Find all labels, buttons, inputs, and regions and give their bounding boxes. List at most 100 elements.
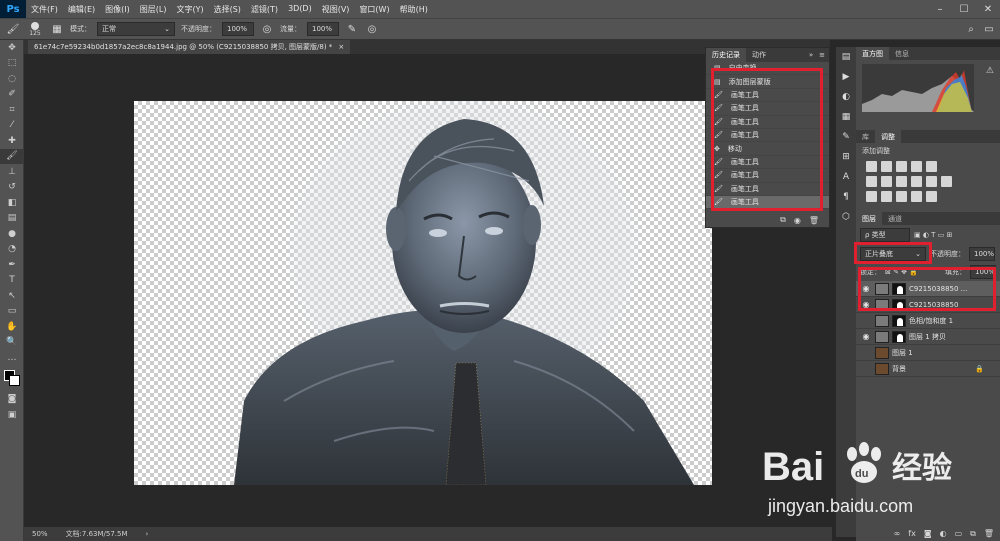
layer-mask-thumbnail[interactable] bbox=[892, 330, 906, 343]
curves-icon[interactable] bbox=[896, 161, 907, 172]
actions-panel-icon[interactable]: ▶ bbox=[836, 67, 856, 87]
path-select-tool-icon[interactable]: ↖ bbox=[0, 288, 24, 304]
menu-item-8[interactable]: 视图(V) bbox=[317, 4, 355, 15]
character-panel-icon[interactable]: A bbox=[836, 167, 856, 187]
warning-icon[interactable]: ⚠ bbox=[986, 66, 994, 76]
screen-mode-icon[interactable]: ▣ bbox=[0, 407, 24, 423]
workspace-icon[interactable]: ▭ bbox=[982, 22, 996, 36]
pressure-opacity-icon[interactable]: ◎ bbox=[260, 22, 274, 36]
new-layer-icon[interactable]: ⧉ bbox=[970, 529, 976, 539]
layer-row[interactable]: 背景 🔒 bbox=[856, 361, 1000, 377]
new-document-from-state-icon[interactable]: ⧉ bbox=[780, 215, 786, 225]
menu-item-2[interactable]: 图像(I) bbox=[100, 4, 135, 15]
menu-item-9[interactable]: 窗口(W) bbox=[354, 4, 394, 15]
color-balance-icon[interactable] bbox=[881, 176, 892, 187]
menu-item-10[interactable]: 帮助(H) bbox=[395, 4, 433, 15]
document-canvas[interactable] bbox=[134, 101, 712, 485]
layer-mask-thumbnail[interactable] bbox=[892, 314, 906, 327]
color-swatches[interactable] bbox=[0, 366, 23, 392]
exposure-icon[interactable] bbox=[911, 161, 922, 172]
crop-tool-icon[interactable]: ⌗ bbox=[0, 102, 24, 118]
menu-item-5[interactable]: 选择(S) bbox=[209, 4, 246, 15]
hand-tool-icon[interactable]: ✋ bbox=[0, 319, 24, 335]
3d-panel-icon[interactable]: ⬡ bbox=[836, 207, 856, 227]
flow-field[interactable]: 100% bbox=[307, 22, 339, 36]
channel-mixer-icon[interactable] bbox=[926, 176, 937, 187]
brush-size-picker[interactable]: 125 bbox=[26, 21, 44, 37]
opacity-field[interactable]: 100% bbox=[222, 22, 254, 36]
quick-mask-icon[interactable]: ◙ bbox=[0, 392, 24, 408]
threshold-icon[interactable] bbox=[896, 191, 907, 202]
new-adjustment-icon[interactable]: ◐ bbox=[940, 529, 947, 539]
new-snapshot-icon[interactable]: ◉ bbox=[794, 216, 801, 225]
trash-icon[interactable]: 🗑 bbox=[809, 216, 819, 225]
black-white-icon[interactable] bbox=[896, 176, 907, 187]
gradient-map-icon[interactable] bbox=[926, 191, 937, 202]
quick-select-tool-icon[interactable]: ✐ bbox=[0, 87, 24, 103]
vibrance-icon[interactable] bbox=[926, 161, 937, 172]
tab-info[interactable]: 信息 bbox=[889, 47, 915, 60]
hue-saturation-icon[interactable] bbox=[866, 176, 877, 187]
visibility-eye-icon[interactable]: ◉ bbox=[860, 332, 872, 341]
eraser-tool-icon[interactable]: ◧ bbox=[0, 195, 24, 211]
menu-item-7[interactable]: 3D(D) bbox=[283, 4, 317, 15]
background-color-swatch[interactable] bbox=[9, 374, 20, 386]
layer-opacity-field[interactable]: 100% bbox=[969, 247, 995, 261]
tab-histogram[interactable]: 直方图 bbox=[856, 47, 889, 60]
airbrush-icon[interactable]: ✎ bbox=[345, 22, 359, 36]
maximize-icon[interactable]: ☐ bbox=[952, 0, 976, 18]
delete-layer-icon[interactable]: 🗑 bbox=[984, 529, 994, 539]
status-arrow-icon[interactable]: › bbox=[146, 530, 149, 538]
more-tools-icon[interactable]: … bbox=[0, 350, 24, 366]
levels-icon[interactable] bbox=[881, 161, 892, 172]
selective-color-icon[interactable] bbox=[911, 191, 922, 202]
photo-filter-icon[interactable] bbox=[911, 176, 922, 187]
menu-item-1[interactable]: 编辑(E) bbox=[63, 4, 100, 15]
filter-icons[interactable]: ▣ ◐ T ▭ ⊞ bbox=[914, 231, 952, 239]
gradient-tool-icon[interactable]: ▤ bbox=[0, 211, 24, 227]
pressure-size-icon[interactable]: ◎ bbox=[365, 22, 379, 36]
color-panel-icon[interactable]: ◐ bbox=[836, 87, 856, 107]
tab-actions[interactable]: 动作 bbox=[746, 48, 772, 62]
stamp-tool-icon[interactable]: ⊥ bbox=[0, 164, 24, 180]
close-tab-icon[interactable]: × bbox=[338, 43, 344, 51]
marquee-tool-icon[interactable]: ⬚ bbox=[0, 56, 24, 72]
layer-style-icon[interactable]: fx bbox=[908, 529, 916, 539]
type-tool-icon[interactable]: T bbox=[0, 273, 24, 289]
clone-source-icon[interactable]: ⊞ bbox=[836, 147, 856, 167]
layer-row[interactable]: ◉ 图层 1 拷贝 bbox=[856, 329, 1000, 345]
brush-tool-icon[interactable]: 🖌 bbox=[0, 148, 24, 164]
lasso-tool-icon[interactable]: ◌ bbox=[0, 71, 24, 87]
link-layers-icon[interactable]: ∞ bbox=[894, 529, 901, 539]
brush-presets-icon[interactable]: ✎ bbox=[836, 127, 856, 147]
menu-item-4[interactable]: 文字(Y) bbox=[171, 4, 208, 15]
tab-channels[interactable]: 通道 bbox=[882, 212, 908, 225]
close-window-icon[interactable]: ✕ bbox=[976, 0, 1000, 18]
history-brush-tool-icon[interactable]: ↺ bbox=[0, 180, 24, 196]
zoom-level[interactable]: 50% bbox=[32, 530, 48, 538]
healing-tool-icon[interactable]: ✚ bbox=[0, 133, 24, 149]
collapse-panel-icon[interactable]: » bbox=[809, 51, 813, 59]
dodge-tool-icon[interactable]: ◔ bbox=[0, 242, 24, 258]
add-mask-icon[interactable]: ◙ bbox=[924, 529, 932, 539]
mode-dropdown[interactable]: 正常 ⌄ bbox=[97, 22, 175, 36]
tab-layers[interactable]: 图层 bbox=[856, 212, 882, 225]
posterize-icon[interactable] bbox=[881, 191, 892, 202]
tab-library[interactable]: 库 bbox=[856, 130, 875, 143]
layer-row[interactable]: 色相/饱和度 1 bbox=[856, 313, 1000, 329]
document-tab[interactable]: 61e74c7e59234b0d1857a2ec8c8a1944.jpg @ 5… bbox=[28, 40, 351, 54]
eyedropper-tool-icon[interactable]: ⁄ bbox=[0, 118, 24, 134]
brush-panel-toggle-icon[interactable]: ▦ bbox=[50, 22, 64, 36]
paragraph-panel-icon[interactable]: ¶ bbox=[836, 187, 856, 207]
history-panel-icon[interactable]: ▤ bbox=[836, 47, 856, 67]
tab-adjustments[interactable]: 调整 bbox=[875, 130, 901, 143]
panel-menu-icon[interactable]: ≡ bbox=[819, 51, 825, 59]
zoom-tool-icon[interactable]: 🔍 bbox=[0, 335, 24, 351]
brightness-icon[interactable] bbox=[866, 161, 877, 172]
new-group-icon[interactable]: ▭ bbox=[955, 529, 963, 539]
color-lookup-icon[interactable] bbox=[941, 176, 952, 187]
layer-filter-dropdown[interactable]: ρ 类型 bbox=[860, 228, 910, 242]
invert-icon[interactable] bbox=[866, 191, 877, 202]
minimize-icon[interactable]: – bbox=[928, 0, 952, 18]
move-tool-icon[interactable]: ✥ bbox=[0, 40, 24, 56]
